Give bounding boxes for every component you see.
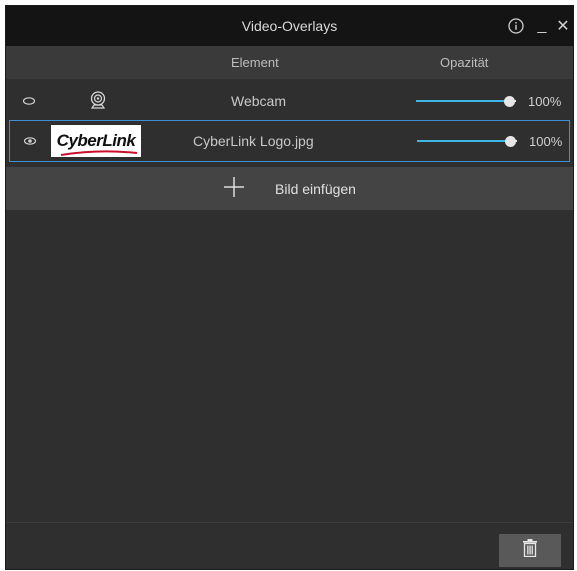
column-element: Element [231, 55, 279, 70]
add-image-button[interactable]: Bild einfügen [6, 167, 573, 210]
opacity-value: 100% [528, 93, 562, 109]
eye-closed-icon[interactable] [22, 79, 36, 123]
slider-fill [417, 140, 510, 142]
slider-knob[interactable] [504, 135, 516, 147]
footer-divider [6, 522, 573, 523]
add-image-label: Bild einfügen [275, 180, 356, 197]
title-bar: Video-Overlays _ ✕ [6, 6, 573, 46]
opacity-slider[interactable] [417, 121, 517, 161]
webcam-icon [88, 79, 108, 123]
logo-lettering: CyberLink [56, 131, 137, 156]
info-icon[interactable] [506, 6, 526, 46]
opacity-slider[interactable] [416, 79, 516, 123]
cyberlink-logo-thumbnail: CyberLink [51, 125, 141, 157]
delete-button[interactable] [499, 534, 561, 567]
slider-knob[interactable] [503, 95, 515, 107]
trash-icon [523, 539, 537, 562]
plus-icon [223, 175, 245, 203]
opacity-value: 100% [529, 133, 563, 149]
logo-text: CyberLink [56, 131, 136, 150]
window-title: Video-Overlays [241, 18, 338, 34]
overlay-row-cyberlink-logo[interactable]: CyberLink CyberLink Logo.jpg 100% [9, 120, 570, 162]
overlay-name: CyberLink Logo.jpg [193, 133, 314, 149]
minimize-button[interactable]: _ [534, 6, 550, 46]
video-overlays-window: Video-Overlays _ ✕ Element Opazität Webc… [5, 5, 574, 570]
column-header: Element Opazität [6, 46, 573, 79]
eye-open-icon[interactable] [23, 121, 37, 161]
close-button[interactable]: ✕ [555, 6, 571, 46]
overlay-name: Webcam [231, 93, 286, 109]
overlay-row-webcam[interactable]: Webcam 100% [6, 79, 573, 123]
column-opacity: Opazität [440, 55, 489, 70]
slider-fill [416, 100, 509, 102]
logo-swoosh [60, 150, 137, 156]
